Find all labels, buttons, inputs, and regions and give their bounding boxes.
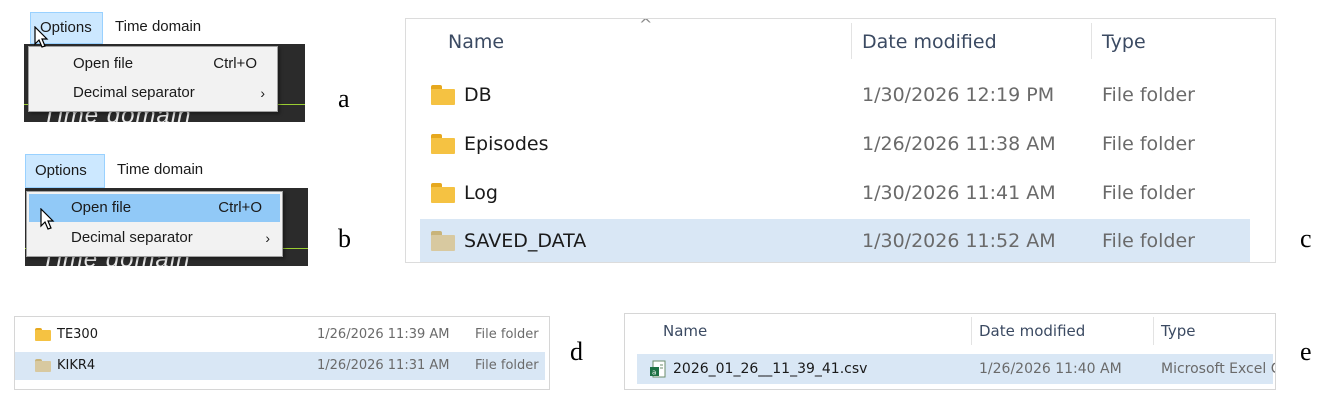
menu-item-shortcut: Ctrl+O: [213, 55, 257, 72]
file-date: 1/26/2026 11:40 AM: [979, 361, 1122, 377]
column-header-date-modified[interactable]: Date modified: [979, 322, 1085, 340]
menu-bar: Options Time domain: [25, 154, 308, 188]
label-d: d: [570, 337, 583, 366]
folder-icon: [35, 328, 51, 341]
file-type: File folder: [1102, 133, 1195, 155]
file-type: File folder: [475, 358, 539, 373]
menu-options[interactable]: Options: [25, 154, 105, 188]
column-separator[interactable]: [1091, 23, 1092, 59]
file-type: Microsoft Excel C: [1161, 361, 1276, 377]
sort-arrow-icon: ^: [808, 313, 819, 322]
file-row-selected[interactable]: SAVED_DATA 1/30/2026 11:52 AM File folde…: [420, 219, 1250, 262]
menu-item-label: Open file: [73, 55, 134, 72]
column-header-name[interactable]: Name: [663, 322, 707, 340]
menu-bar: Options Time domain: [24, 12, 305, 44]
file-row[interactable]: TE300 1/26/2026 11:39 AM File folder: [15, 320, 545, 350]
file-name: SAVED_DATA: [464, 230, 587, 252]
column-separator[interactable]: [971, 317, 972, 345]
file-name: DB: [464, 84, 492, 106]
file-name: TE300: [57, 327, 98, 342]
file-date: 1/30/2026 12:19 PM: [862, 84, 1055, 106]
mouse-cursor-icon: [34, 26, 49, 48]
file-date: 1/26/2026 11:38 AM: [862, 133, 1056, 155]
file-type: File folder: [1102, 84, 1195, 106]
sort-arrow-icon: ^: [639, 18, 653, 34]
column-separator[interactable]: [1153, 317, 1154, 345]
file-row-selected[interactable]: a 2026_01_26__11_39_41.csv 1/26/2026 11:…: [637, 354, 1276, 384]
excel-csv-icon: a: [650, 360, 666, 378]
file-row[interactable]: Episodes 1/26/2026 11:38 AM File folder: [420, 120, 1250, 168]
menu-time-domain[interactable]: Time domain: [108, 154, 212, 188]
file-date: 1/26/2026 11:39 AM: [317, 327, 450, 342]
file-row[interactable]: DB 1/30/2026 12:19 PM File folder: [420, 71, 1250, 119]
submenu-arrow-icon: ›: [260, 85, 265, 101]
menu-item-label: Decimal separator: [73, 84, 195, 101]
folder-icon: [431, 134, 455, 154]
label-c: c: [1300, 224, 1312, 253]
options-dropdown: Open file Ctrl+O Decimal separator ›: [28, 46, 278, 112]
folder-icon: [431, 231, 455, 251]
file-type: File folder: [1102, 182, 1195, 204]
menu-item-label: Open file: [71, 199, 132, 216]
label-a: a: [338, 84, 350, 113]
file-name: Episodes: [464, 133, 549, 155]
menu-item-decimal-separator[interactable]: Decimal separator ›: [29, 224, 280, 252]
folder-icon: [431, 85, 455, 105]
file-type: File folder: [475, 327, 539, 342]
options-dropdown: Open file Ctrl+O Decimal separator ›: [26, 191, 283, 257]
file-row-selected[interactable]: KIKR4 1/26/2026 11:31 AM File folder: [15, 352, 545, 380]
folder-icon: [35, 359, 51, 372]
panel-d-file-explorer: TE300 1/26/2026 11:39 AM File folder KIK…: [14, 316, 550, 390]
svg-text:a: a: [652, 369, 656, 377]
panel-c-file-explorer: ^ Name Date modified Type DB 1/30/2026 1…: [405, 18, 1276, 263]
file-type: File folder: [1102, 230, 1195, 252]
file-name: Log: [464, 182, 498, 204]
menu-item-label: Decimal separator: [71, 229, 193, 246]
panel-b-menu: Time domain Options Time domain Open fil…: [25, 154, 308, 266]
panel-a-menu: Time domain Options Time domain Open fil…: [24, 12, 305, 122]
column-header-date-modified[interactable]: Date modified: [862, 31, 997, 53]
panel-e-file-explorer: ^ Name Date modified Type a 2026_01_26__…: [624, 313, 1276, 390]
folder-icon: [431, 183, 455, 203]
mouse-cursor-icon: [40, 208, 55, 230]
file-date: 1/30/2026 11:41 AM: [862, 182, 1056, 204]
column-header-type[interactable]: Type: [1102, 31, 1146, 53]
column-separator[interactable]: [851, 23, 852, 59]
file-date: 1/30/2026 11:52 AM: [862, 230, 1056, 252]
label-b: b: [338, 224, 351, 253]
column-header-name[interactable]: Name: [448, 31, 504, 53]
label-e: e: [1300, 337, 1312, 366]
file-name: 2026_01_26__11_39_41.csv: [673, 361, 868, 377]
menu-item-shortcut: Ctrl+O: [218, 199, 262, 216]
submenu-arrow-icon: ›: [265, 230, 270, 246]
file-name: KIKR4: [57, 358, 96, 373]
file-row[interactable]: Log 1/30/2026 11:41 AM File folder: [420, 169, 1250, 217]
file-date: 1/26/2026 11:31 AM: [317, 358, 450, 373]
column-header-type[interactable]: Type: [1161, 322, 1195, 340]
menu-item-decimal-separator[interactable]: Decimal separator ›: [31, 79, 275, 107]
menu-item-open-file[interactable]: Open file Ctrl+O: [31, 50, 275, 78]
menu-item-open-file[interactable]: Open file Ctrl+O: [29, 194, 280, 222]
menu-time-domain[interactable]: Time domain: [106, 12, 210, 44]
